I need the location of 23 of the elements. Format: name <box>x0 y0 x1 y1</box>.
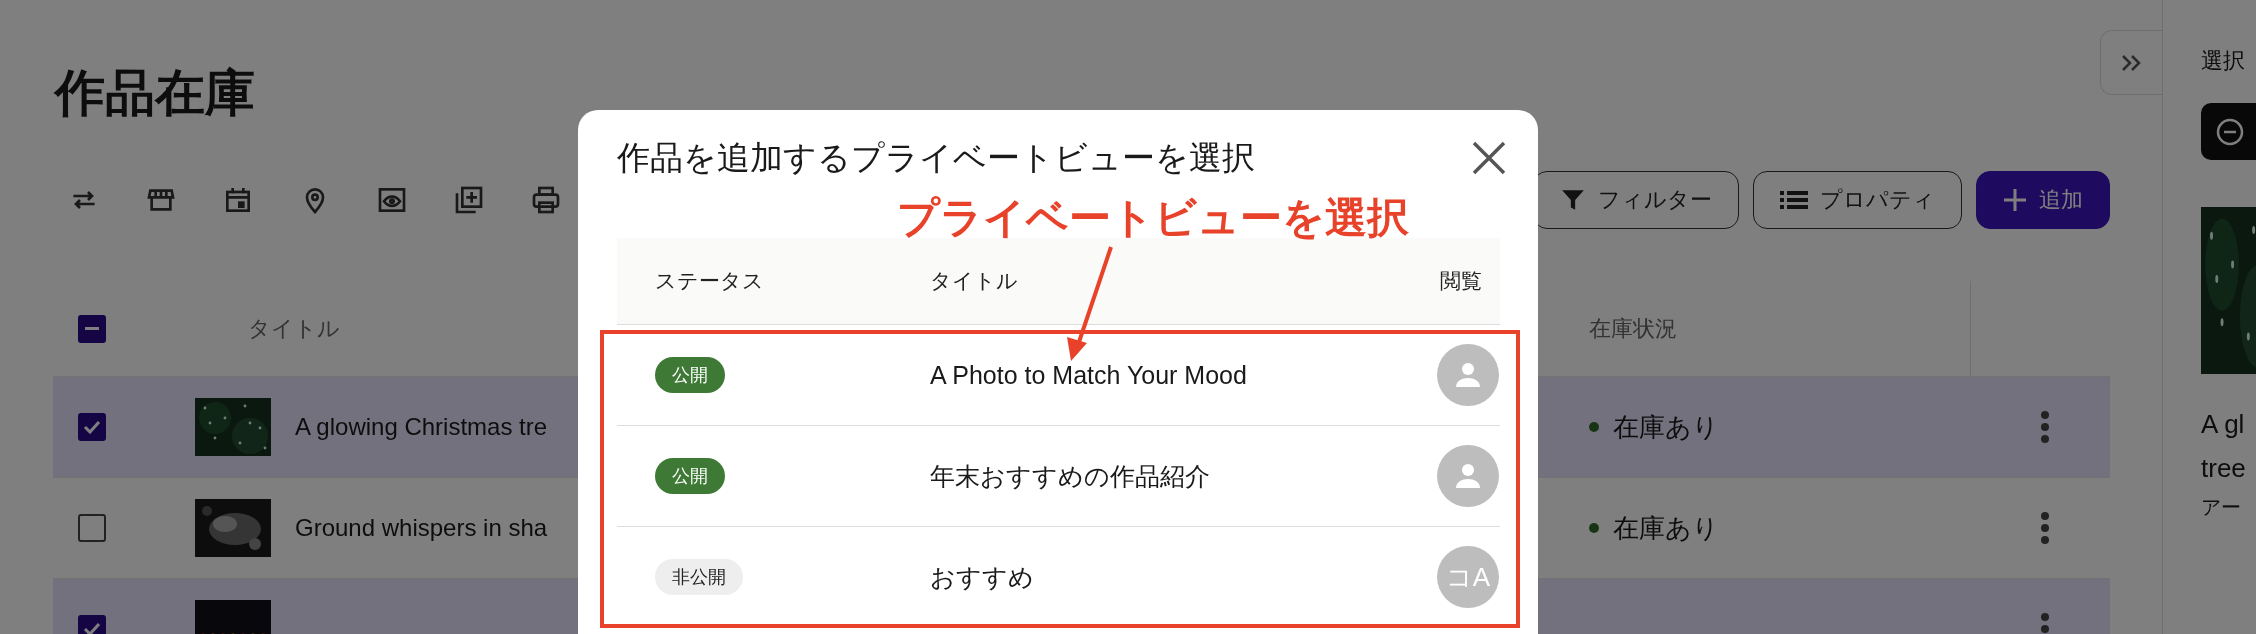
artwork-title: Ground whispers in sha <box>295 514 548 542</box>
artwork-title: tree <box>2201 452 2247 485</box>
column-header: 閲覧 <box>1440 268 1483 294</box>
status-badge: 公開 <box>655 458 725 494</box>
column-header: タイトル <box>248 314 340 343</box>
stock-status: 在庫あり <box>1613 511 1719 545</box>
artwork-title: A glowing Christmas tre <box>295 413 548 441</box>
annotation-text: プライベートビューを選択 <box>897 193 1409 243</box>
field-label: アー <box>2201 495 2242 520</box>
column-header: 在庫状況 <box>1589 314 1677 343</box>
status-badge: 公開 <box>655 357 725 393</box>
column-header: タイトル <box>930 268 1019 294</box>
view-title: A Photo to Match Your Mood <box>930 360 1248 390</box>
stock-status: 在庫あり <box>1613 410 1719 444</box>
view-title: 年末おすすめの作品紹介 <box>930 460 1211 492</box>
dialog-title: 作品を追加するプライベートビューを選択 <box>617 138 1255 178</box>
column-header: ステータス <box>655 268 765 294</box>
avatar: コA <box>1437 546 1499 608</box>
status-badge: 非公開 <box>655 559 743 595</box>
view-title: おすすめ <box>930 561 1035 593</box>
artwork-title: A gl <box>2201 408 2246 441</box>
page-title: 作品在庫 <box>55 64 256 123</box>
panel-heading: 選択 <box>2201 48 2246 74</box>
